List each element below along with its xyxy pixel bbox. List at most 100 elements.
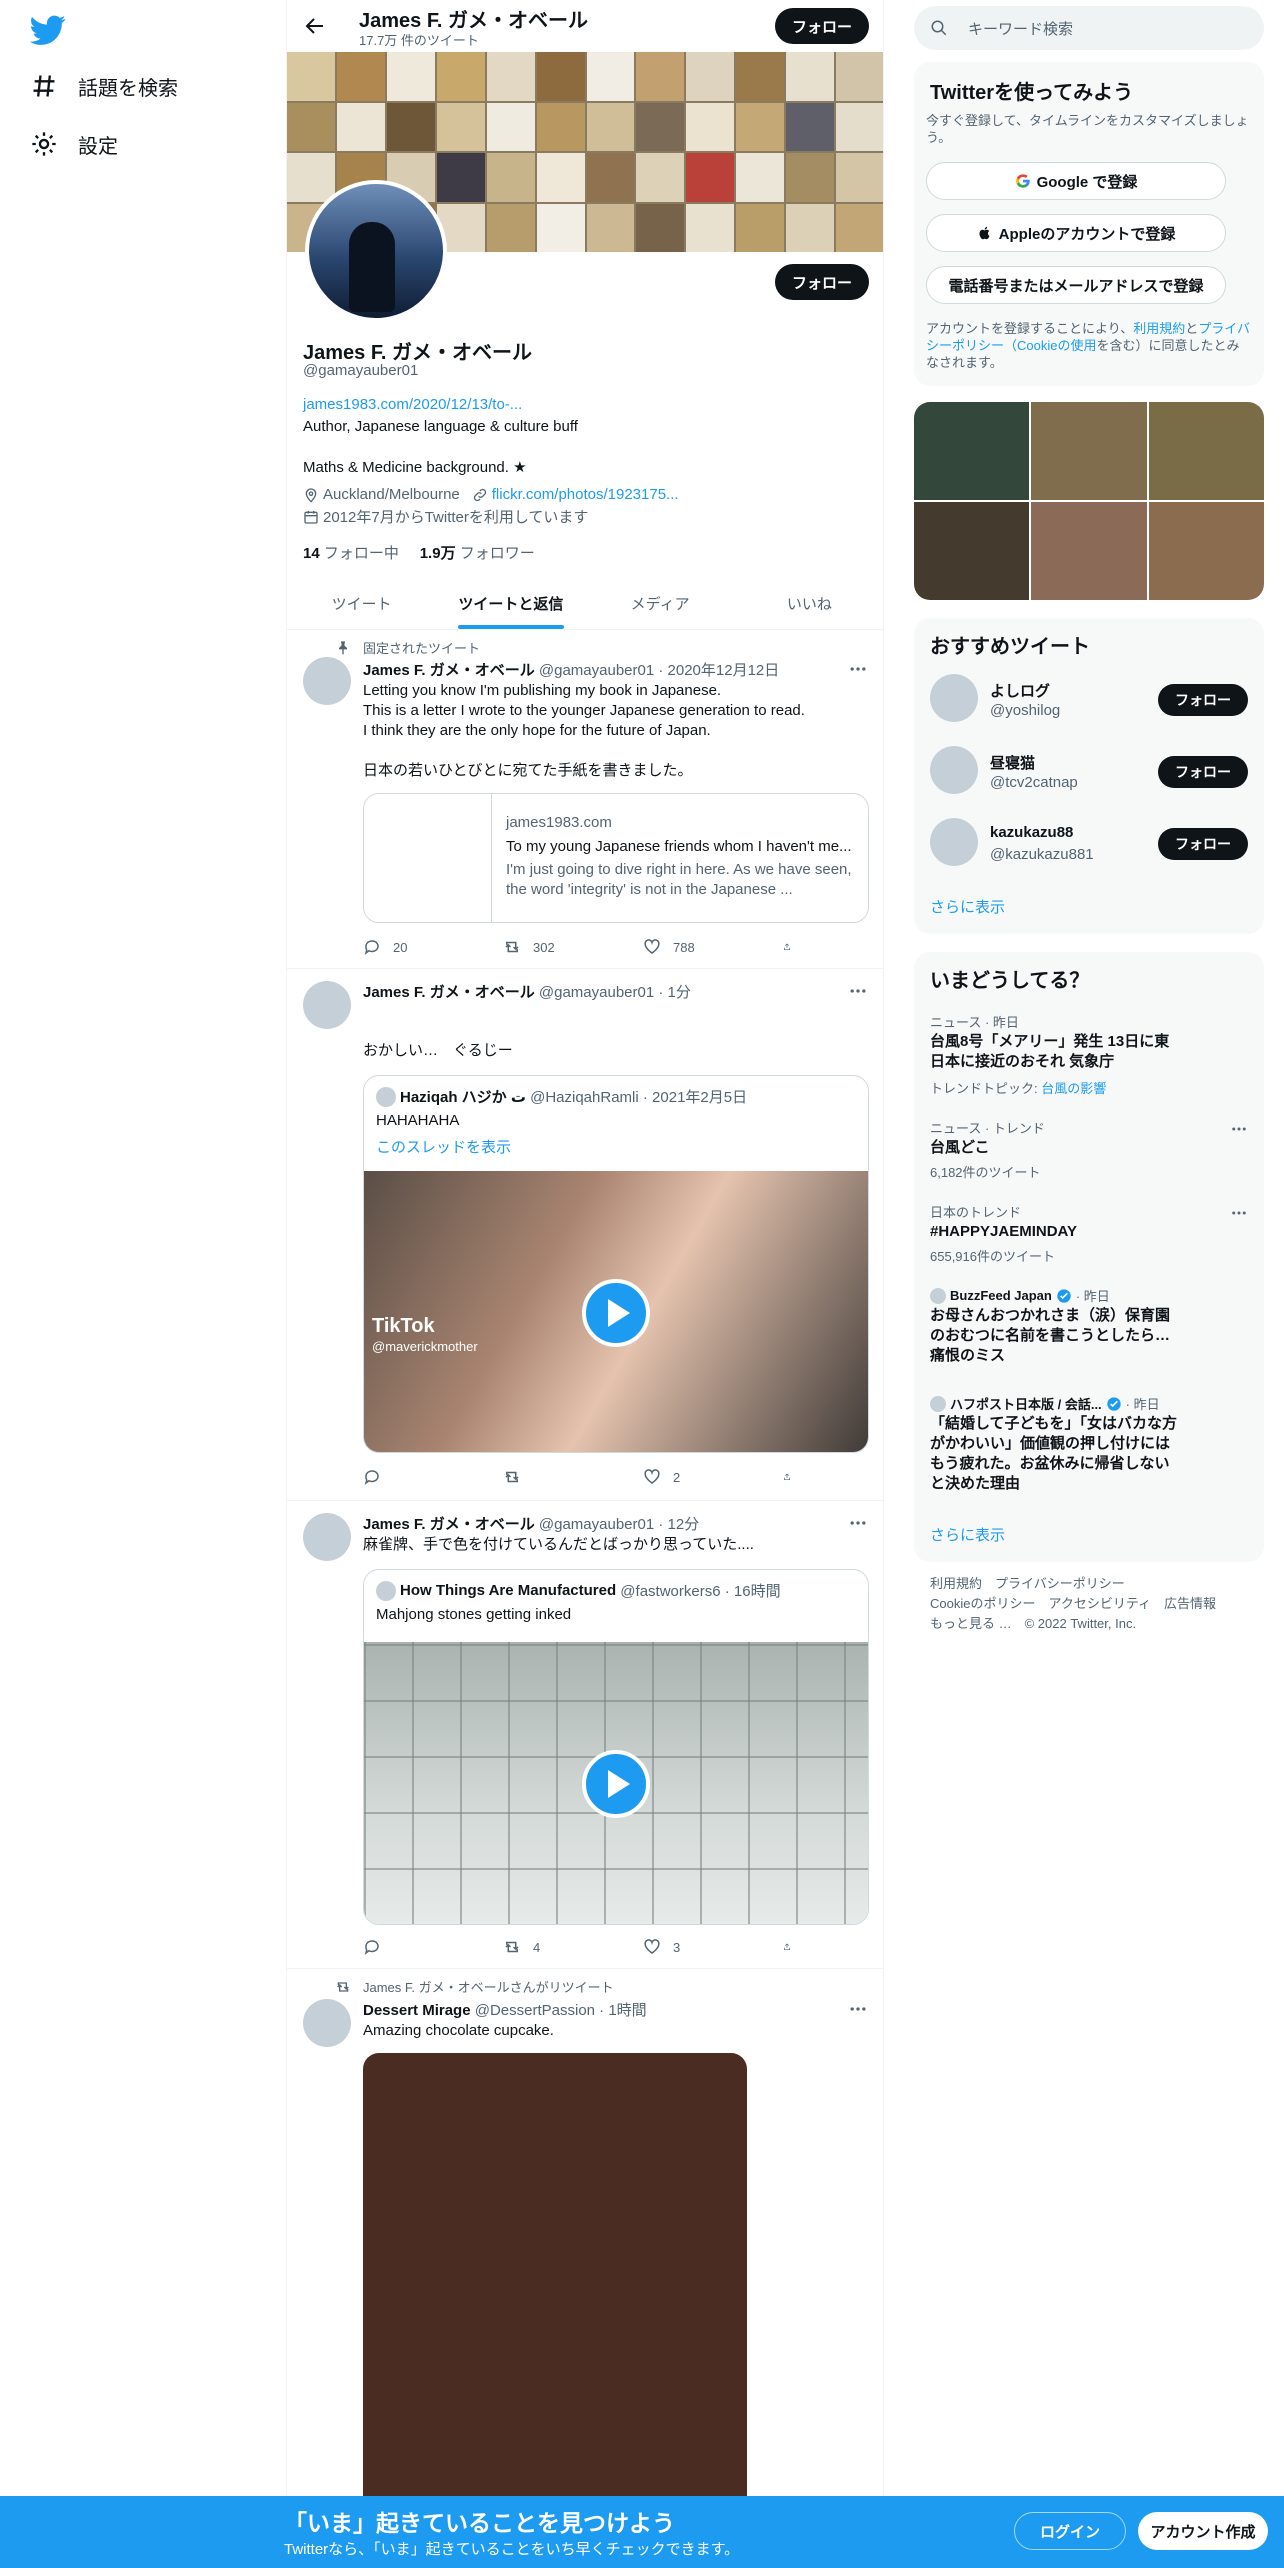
recommended-name[interactable]: 昼寝猫: [990, 752, 1035, 773]
profile-follow-button[interactable]: フォロー: [775, 264, 869, 300]
reply-button[interactable]: 20: [363, 937, 463, 957]
retweet-button[interactable]: 4: [503, 1937, 603, 1957]
tweet[interactable]: James F. ガメ・オベール @gamayauber01 · 12分 麻雀牌…: [287, 1501, 883, 1969]
recommended-show-more-link[interactable]: さらに表示: [930, 896, 1005, 917]
reply-button[interactable]: [363, 1937, 463, 1957]
media-thumbnail[interactable]: [1148, 402, 1264, 500]
profile-handle: @gamayauber01: [303, 362, 419, 379]
quote-video[interactable]: [364, 1642, 868, 1924]
tweet-image[interactable]: [363, 2053, 747, 2500]
tweet-author-name[interactable]: Dessert Mirage: [363, 2002, 471, 2019]
news-source: ハフポスト日本版 / 会話...: [950, 1397, 1102, 1412]
heart-icon: [644, 1939, 660, 1954]
more-options-icon[interactable]: [848, 1999, 868, 2019]
video-watermark-handle: @maverickmother: [372, 1339, 478, 1354]
tweet-actions: 4 3: [363, 1937, 803, 1957]
tweet[interactable]: James F. ガメ・オベール @gamayauber01 · 1分 おかしい…: [287, 969, 883, 1501]
show-thread-link[interactable]: このスレッドを表示: [376, 1136, 511, 1157]
more-options-icon[interactable]: [1230, 1120, 1248, 1138]
profile-bio-link[interactable]: james1983.com/2020/12/13/to-...: [303, 396, 522, 413]
tweet-header: Dessert Mirage @DessertPassion · 1時間: [363, 1999, 647, 2020]
header-name: James F. ガメ・オベール: [359, 10, 588, 32]
retweeted-label: James F. ガメ・オベールさんがリツイート: [335, 1977, 614, 1996]
recommended-follow-button[interactable]: フォロー: [1158, 828, 1248, 860]
twitter-logo-icon[interactable]: [29, 12, 66, 48]
more-options-icon[interactable]: [848, 981, 868, 1001]
tweet-avatar[interactable]: [303, 981, 351, 1029]
recommended-name[interactable]: よしログ: [990, 680, 1050, 701]
retweet-icon: [337, 1981, 349, 1992]
media-thumbnail[interactable]: [1031, 402, 1147, 500]
header-follow-button[interactable]: フォロー: [775, 8, 869, 44]
left-navigation: 話題を検索 設定: [0, 0, 286, 2500]
tab-media[interactable]: メディア: [586, 578, 735, 629]
tweet-text: おかしい… ぐるじー: [363, 1042, 513, 1059]
trend-topic-link[interactable]: 台風の影響: [1041, 1081, 1106, 1096]
recommended-follow-button[interactable]: フォロー: [1158, 756, 1248, 788]
news-title: お母さんおつかれさま（涙）保育園のおむつに名前を書こうとしたら…痛恨のミス: [930, 1307, 1171, 1364]
quote-video[interactable]: TikTok @maverickmother: [364, 1171, 868, 1452]
retweet-button[interactable]: 302: [503, 937, 603, 957]
more-options-icon[interactable]: [848, 1513, 868, 1533]
tweet[interactable]: 固定されたツイート James F. ガメ・オベール @gamayauber01…: [287, 631, 883, 969]
recommended-avatar[interactable]: [930, 674, 978, 722]
followers-link[interactable]: 1.9万 フォロワー: [420, 545, 535, 562]
link-card[interactable]: james1983.com To my young Japanese frien…: [363, 793, 869, 923]
profile-tabs: ツイート ツイートと返信 メディア いいね: [287, 578, 883, 630]
trends-show-more-link[interactable]: さらに表示: [930, 1524, 1005, 1545]
tweet-actions: 2: [363, 1467, 803, 1487]
recommended-follow-button[interactable]: フォロー: [1158, 684, 1248, 716]
tweet-avatar[interactable]: [303, 1513, 351, 1561]
media-thumbnail[interactable]: [914, 402, 1030, 500]
apple-signup-button[interactable]: Appleのアカウントで登録: [926, 214, 1226, 252]
like-button[interactable]: 3: [643, 1937, 743, 1957]
tab-tweets[interactable]: ツイート: [287, 578, 436, 629]
reply-button[interactable]: [363, 1467, 463, 1487]
reply-icon: [364, 1940, 379, 1955]
google-signup-button[interactable]: Google で登録: [926, 162, 1226, 200]
search-input[interactable]: キーワード検索: [914, 6, 1264, 50]
tweet-avatar[interactable]: [303, 657, 351, 705]
following-link[interactable]: 14 フォロー中: [303, 545, 399, 562]
profile-avatar[interactable]: [305, 180, 447, 322]
share-button[interactable]: [783, 1467, 803, 1487]
tab-tweets-and-replies[interactable]: ツイートと返信: [436, 578, 585, 629]
quote-tweet[interactable]: How Things Are Manufactured @fastworkers…: [363, 1569, 869, 1925]
nav-explore[interactable]: 話題を検索: [30, 62, 178, 110]
media-thumbnail[interactable]: [914, 502, 1030, 600]
more-options-icon[interactable]: [848, 659, 868, 679]
share-button[interactable]: [783, 937, 803, 957]
phone-email-signup-button[interactable]: 電話番号またはメールアドレスで登録: [926, 266, 1226, 304]
profile-location: Auckland/Melbourne: [323, 486, 460, 503]
profile-website-link[interactable]: flickr.com/photos/1923175...: [492, 486, 679, 503]
like-button[interactable]: 788: [643, 937, 743, 957]
terms-link[interactable]: 利用規約: [1133, 321, 1185, 336]
tweet[interactable]: James F. ガメ・オベールさんがリツイート Dessert Mirage …: [287, 1969, 883, 2500]
tweet-avatar[interactable]: [303, 1999, 351, 2047]
tweet-author-name[interactable]: James F. ガメ・オベール: [363, 984, 535, 1001]
recommended-avatar[interactable]: [930, 746, 978, 794]
footer-links[interactable]: 利用規約 プライバシーポリシー Cookieのポリシー アクセシビリティ 広告情…: [930, 1574, 1216, 1634]
bottom-signup-bar: 「いま」起きていることを見つけよう Twitterなら、「いま」起きていることを…: [0, 2496, 1284, 2568]
play-icon[interactable]: [582, 1750, 650, 1818]
more-options-icon[interactable]: [1230, 1204, 1248, 1222]
share-button[interactable]: [783, 1937, 803, 1957]
play-icon[interactable]: [582, 1279, 650, 1347]
back-arrow-icon[interactable]: [303, 14, 327, 38]
recommended-name[interactable]: kazukazu88: [990, 824, 1073, 841]
create-account-button[interactable]: アカウント作成: [1138, 2512, 1268, 2550]
retweet-button[interactable]: [503, 1467, 603, 1487]
nav-settings[interactable]: 設定: [30, 120, 118, 168]
recommended-avatar[interactable]: [930, 818, 978, 866]
quote-tweet[interactable]: Haziqah ハジか ت @HaziqahRamli · 2021年2月5日 …: [363, 1075, 869, 1453]
tweet-meta: @DessertPassion · 1時間: [474, 2002, 647, 2019]
calendar-icon: [304, 510, 318, 524]
tab-likes[interactable]: いいね: [735, 578, 883, 629]
login-button[interactable]: ログイン: [1014, 2512, 1126, 2550]
tweet-author-name[interactable]: James F. ガメ・オベール: [363, 1516, 535, 1533]
media-thumbnail[interactable]: [1148, 502, 1264, 600]
trend-subtitle: 655,916件のツイート: [930, 1249, 1055, 1264]
like-button[interactable]: 2: [643, 1467, 743, 1487]
media-thumbnail[interactable]: [1031, 502, 1147, 600]
tweet-author-name[interactable]: James F. ガメ・オベール: [363, 662, 535, 679]
